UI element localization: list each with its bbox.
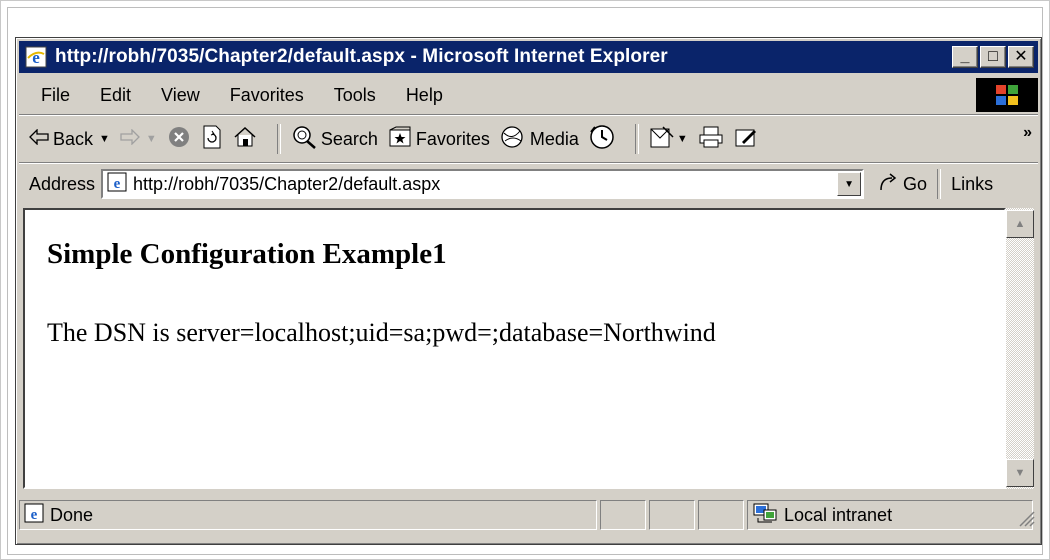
- page-content: Simple Configuration Example1 The DSN is…: [23, 208, 1006, 489]
- status-bar: e Done Local intranet: [19, 496, 1038, 534]
- maximize-icon: □: [988, 48, 998, 65]
- address-label: Address: [29, 173, 96, 194]
- search-label: Search: [320, 128, 378, 149]
- minimize-button[interactable]: _: [952, 46, 978, 68]
- back-label: Back: [53, 128, 94, 149]
- address-field[interactable]: e ▼: [101, 169, 865, 199]
- favorites-button[interactable]: Favorites: [388, 126, 490, 153]
- status-cell-3: [698, 500, 744, 530]
- stop-button[interactable]: [167, 125, 191, 154]
- forward-dropdown-icon[interactable]: ▼: [146, 133, 157, 145]
- menu-edit[interactable]: Edit: [85, 85, 146, 106]
- status-zone-panel: Local intranet: [747, 500, 1033, 530]
- vertical-scrollbar[interactable]: ▲ ▼: [1006, 208, 1034, 489]
- back-arrow-icon: [29, 127, 49, 150]
- scroll-down-icon: ▼: [1014, 467, 1026, 479]
- home-icon: [233, 126, 257, 153]
- local-intranet-icon: [752, 502, 778, 529]
- close-button[interactable]: ✕: [1008, 46, 1034, 68]
- standard-toolbar: Back ▼ ▼ Search Favorites Media ▼ »: [19, 116, 1038, 163]
- back-button[interactable]: Back ▼: [29, 127, 110, 150]
- refresh-button[interactable]: [201, 125, 223, 154]
- toolbar-overflow-icon[interactable]: »: [1023, 124, 1032, 142]
- mail-dropdown-icon[interactable]: ▼: [677, 133, 688, 145]
- address-bar: Address e ▼ Go Links: [19, 164, 1038, 204]
- media-icon: [500, 125, 526, 154]
- maximize-button[interactable]: □: [980, 46, 1006, 68]
- toolbar-separator-2: [634, 124, 639, 154]
- status-cell-2: [649, 500, 695, 530]
- toolbar-separator: [276, 124, 281, 154]
- page-heading: Simple Configuration Example1: [47, 238, 447, 270]
- links-separator: [937, 169, 942, 199]
- mail-icon: [649, 125, 675, 154]
- search-button[interactable]: Search: [291, 125, 378, 154]
- print-button[interactable]: [698, 125, 724, 154]
- menu-help[interactable]: Help: [391, 85, 458, 106]
- svg-text:e: e: [32, 48, 40, 67]
- minimize-icon: _: [960, 48, 970, 65]
- svg-text:e: e: [31, 507, 38, 523]
- scroll-down-button[interactable]: ▼: [1006, 459, 1034, 487]
- favorites-icon: [388, 126, 412, 153]
- go-label: Go: [903, 173, 928, 194]
- favorites-label: Favorites: [415, 128, 490, 149]
- windows-logo-icon: [976, 78, 1038, 112]
- edit-icon: [734, 126, 758, 153]
- browser-window: e http://robh/7035/Chapter2/default.aspx…: [15, 37, 1042, 545]
- forward-arrow-icon: [120, 127, 140, 150]
- mail-button[interactable]: ▼: [649, 125, 688, 154]
- status-cell-1: [600, 500, 646, 530]
- address-dropdown-button[interactable]: ▼: [837, 172, 862, 196]
- menu-favorites[interactable]: Favorites: [215, 85, 319, 106]
- close-icon: ✕: [1014, 48, 1028, 65]
- page-text: The DSN is server=localhost;uid=sa;pwd=;…: [47, 318, 716, 347]
- page-icon: e: [107, 172, 127, 197]
- go-button[interactable]: Go: [878, 172, 927, 197]
- print-icon: [698, 125, 724, 154]
- status-text: Done: [50, 504, 94, 525]
- window-title: http://robh/7035/Chapter2/default.aspx -…: [55, 46, 668, 67]
- home-button[interactable]: [233, 126, 257, 153]
- scroll-up-button[interactable]: ▲: [1006, 210, 1034, 238]
- menu-file[interactable]: File: [19, 85, 85, 106]
- status-main-panel: e Done: [19, 500, 597, 530]
- stop-icon: [167, 125, 191, 154]
- media-label: Media: [529, 128, 579, 149]
- go-arrow-icon: [878, 172, 900, 197]
- ie-logo-icon: e: [25, 46, 47, 68]
- menu-tools[interactable]: Tools: [319, 85, 391, 106]
- title-bar[interactable]: e http://robh/7035/Chapter2/default.aspx…: [19, 41, 1038, 73]
- window-controls: _ □ ✕: [952, 46, 1034, 68]
- menu-view[interactable]: View: [146, 85, 215, 106]
- back-dropdown-icon[interactable]: ▼: [99, 133, 110, 145]
- refresh-icon: [201, 125, 223, 154]
- resize-grip-icon[interactable]: [1016, 508, 1036, 528]
- menu-bar: File Edit View Favorites Tools Help: [19, 76, 1038, 115]
- forward-button[interactable]: ▼: [120, 127, 157, 150]
- media-button[interactable]: Media: [500, 125, 579, 154]
- history-icon: [589, 124, 615, 155]
- status-zone-text: Local intranet: [784, 504, 893, 525]
- scroll-up-icon: ▲: [1014, 218, 1026, 230]
- status-page-icon: e: [24, 503, 44, 528]
- edit-button[interactable]: [734, 126, 758, 153]
- svg-text:e: e: [114, 176, 121, 192]
- search-icon: [291, 125, 317, 154]
- history-button[interactable]: [589, 124, 615, 155]
- links-button[interactable]: Links: [951, 174, 993, 195]
- address-input[interactable]: [133, 173, 863, 195]
